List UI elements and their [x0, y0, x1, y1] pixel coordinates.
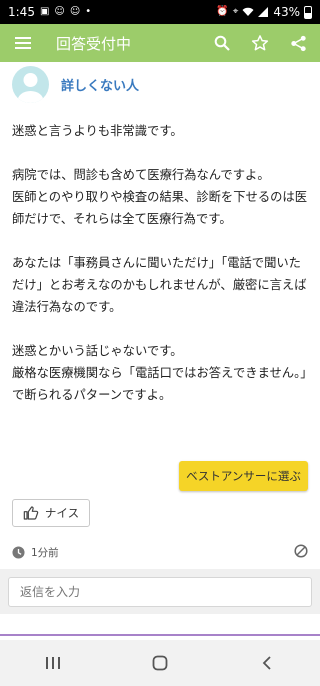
- meta-row: 1分前: [12, 543, 308, 561]
- battery-icon: [304, 5, 312, 19]
- location-icon: ⌖: [232, 6, 239, 17]
- block-icon: [294, 543, 308, 558]
- share-button[interactable]: [286, 31, 310, 55]
- answer-time: 1分前: [31, 546, 59, 559]
- user-icon: [17, 73, 44, 103]
- app-icon: ☺: [54, 6, 65, 17]
- answer-paragraph: 迷惑と言うよりも非常識です。: [12, 124, 183, 138]
- back-button[interactable]: [247, 648, 287, 678]
- answer-paragraph: 迷惑とかいう話じゃないです。 厳格な医療機関なら「電話口ではお答えできません。」…: [12, 340, 310, 406]
- answer-body: 迷惑と言うよりも非常識です。 病院では、問診も含めて医療行為なんですよ。 医師と…: [12, 120, 310, 428]
- menu-button[interactable]: [10, 30, 36, 56]
- star-icon: [251, 35, 269, 51]
- photo-icon: ▣: [39, 6, 50, 17]
- system-nav-bar: [0, 640, 320, 686]
- thumbs-up-icon: [23, 506, 39, 520]
- home-icon: [152, 655, 168, 671]
- home-button[interactable]: [140, 648, 180, 678]
- app-bar: 回答受付中: [0, 24, 320, 62]
- recent-apps-icon: [46, 657, 61, 669]
- back-icon: [262, 656, 271, 670]
- app-icon: ☺: [69, 6, 81, 17]
- author-name[interactable]: 詳しくない人: [61, 75, 139, 94]
- clock-icon: [12, 545, 25, 559]
- search-button[interactable]: [210, 31, 234, 55]
- report-button[interactable]: [294, 543, 308, 562]
- page-title: 回答受付中: [56, 34, 132, 53]
- dot-icon: •: [85, 6, 92, 17]
- best-answer-button[interactable]: ベストアンサーに選ぶ: [179, 461, 308, 491]
- menu-icon: [15, 37, 31, 49]
- search-icon: [214, 35, 230, 51]
- share-icon: [290, 35, 306, 51]
- answer-text: 病院では、問診も含めて医療行為なんですよ。 医師とのやり取りや検査の結果、診断を…: [12, 168, 308, 226]
- answer-paragraph: あなたは「事務員さんに聞いただけ」「電話で聞いただけ」とお考えなのかもしれません…: [12, 256, 307, 314]
- content-strip: [0, 614, 320, 634]
- author-row[interactable]: 詳しくない人: [12, 66, 139, 103]
- answer-text: 迷惑とかいう話じゃないです。 厳格な医療機関なら「電話口ではお答えできません。」…: [12, 344, 307, 402]
- avatar[interactable]: [12, 66, 49, 103]
- alarm-icon: ⏰: [216, 6, 229, 17]
- divider: [0, 634, 320, 636]
- recent-apps-button[interactable]: [33, 648, 73, 678]
- reply-area: [0, 569, 320, 614]
- battery-percent: 43%: [273, 5, 300, 19]
- nice-label: ナイス: [44, 506, 80, 520]
- status-time: 1:45: [8, 5, 35, 19]
- answer-paragraph: 病院では、問診も含めて医療行為なんですよ。 医師とのやり取りや検査の結果、診断を…: [12, 164, 310, 230]
- nice-button[interactable]: ナイス: [12, 499, 90, 527]
- status-bar: 1:45 ▣ ☺ ☺ • ⏰ ⌖ 43%: [0, 0, 320, 24]
- reply-input[interactable]: [8, 577, 312, 607]
- signal-icon: [258, 7, 269, 17]
- favorite-button[interactable]: [248, 31, 272, 55]
- wifi-icon: [242, 7, 254, 16]
